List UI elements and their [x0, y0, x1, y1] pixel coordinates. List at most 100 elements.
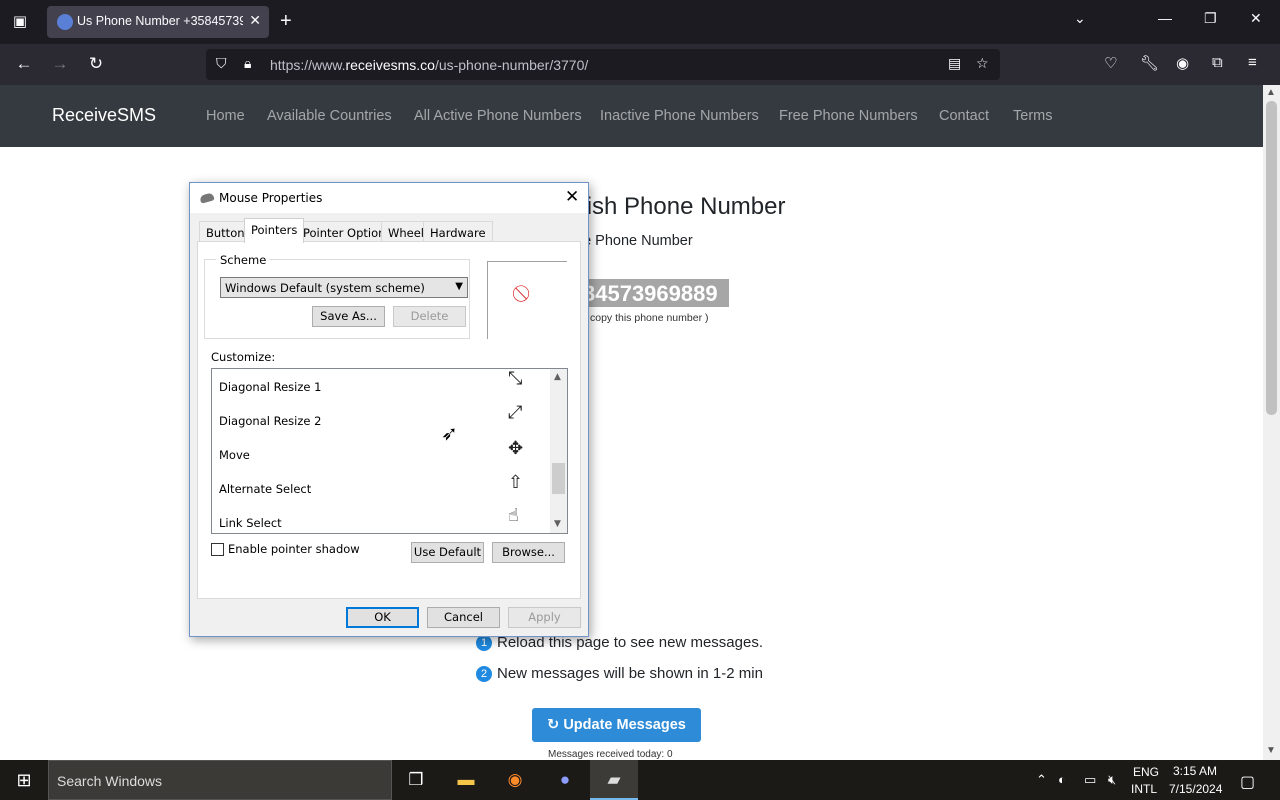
listbox-scroll-thumb[interactable] — [552, 463, 565, 494]
copy-hint: copy this phone number ) — [590, 312, 709, 324]
pointer-listbox[interactable]: Diagonal Resize 1 ⤡ Diagonal Resize 2 ⤢ … — [211, 368, 568, 534]
list-all-tabs-icon[interactable]: ⌄ — [1074, 10, 1086, 27]
nav-link-free[interactable]: Free Phone Numbers — [779, 108, 918, 124]
customize-label: Customize: — [211, 350, 276, 364]
pointer-shadow-label[interactable]: Enable pointer shadow — [228, 542, 360, 556]
mouse-icon — [199, 192, 215, 204]
apply-button[interactable]: Apply — [508, 607, 581, 628]
browser-nav-bar: ← → ↻ ⛉ 🔒︎ https://www.receivesms.co/us-… — [0, 44, 1280, 85]
task-view-icon[interactable]: ❒ — [402, 766, 430, 794]
scroll-down-icon[interactable]: ▼ — [1266, 745, 1276, 756]
tray-overflow-icon[interactable]: ⌃ — [1036, 772, 1047, 788]
tab-hardware[interactable]: Hardware — [423, 221, 493, 242]
search-placeholder: Search Windows — [57, 773, 163, 789]
lock-icon[interactable]: 🔒︎ — [244, 55, 251, 72]
tab-list-icon[interactable]: ▣ — [8, 10, 32, 34]
save-as-button[interactable]: Save As... — [312, 306, 385, 327]
close-window-icon[interactable]: ✕ — [1250, 10, 1262, 27]
nav-link-contact[interactable]: Contact — [939, 108, 989, 124]
pocket-icon[interactable]: ♡ — [1104, 54, 1117, 72]
info-number-badge: 1 — [476, 635, 492, 651]
unavailable-cursor-icon: 🚫︎ — [511, 284, 532, 303]
listbox-scrollbar[interactable]: ▲ ▼ — [550, 369, 567, 533]
diagonal-resize-1-icon: ⤡ — [508, 368, 523, 389]
discord-tray-icon[interactable]: ◐ — [1058, 772, 1066, 787]
reader-view-icon[interactable]: ▤ — [948, 55, 961, 72]
forward-icon[interactable]: → — [46, 52, 74, 76]
url-text[interactable]: https://www.receivesms.co/us-phone-numbe… — [270, 57, 588, 73]
page-title: nnish Phone Number — [560, 193, 786, 220]
use-default-button[interactable]: Use Default — [411, 542, 484, 563]
nav-link-available-countries[interactable]: Available Countries — [267, 108, 392, 124]
tab-close-icon[interactable]: ✕ — [249, 12, 261, 29]
discord-icon[interactable]: ● — [551, 766, 579, 794]
chevron-down-icon: ▼ — [455, 281, 463, 292]
clock-time[interactable]: 3:15 AM — [1173, 764, 1217, 778]
tab-title: Us Phone Number +358457396... — [77, 14, 243, 28]
site-brand[interactable]: ReceiveSMS — [52, 105, 156, 126]
dialog-titlebar[interactable]: Mouse Properties ✕ — [190, 183, 588, 213]
volume-muted-icon[interactable]: 🔇︎ — [1108, 772, 1116, 788]
scroll-down-icon[interactable]: ▼ — [554, 519, 561, 529]
nav-link-terms[interactable]: Terms — [1013, 108, 1052, 124]
list-item[interactable]: Alternate Select — [219, 482, 311, 496]
move-icon: ✥ — [508, 438, 524, 459]
nav-link-inactive[interactable]: Inactive Phone Numbers — [600, 108, 759, 124]
page-subtitle: ne Phone Number — [575, 233, 693, 249]
phone-number[interactable]: 34573969889 — [583, 281, 718, 307]
account-icon[interactable]: ◉ — [1176, 54, 1189, 72]
url-bar[interactable]: ⛉ 🔒︎ https://www.receivesms.co/us-phone-… — [206, 49, 1000, 80]
ok-button[interactable]: OK — [346, 607, 419, 628]
delete-button[interactable]: Delete — [393, 306, 466, 327]
info-number-badge: 2 — [476, 666, 492, 682]
update-messages-button[interactable]: ↻ Update Messages — [532, 708, 701, 742]
pointer-preview: 🚫︎ — [487, 261, 567, 339]
shield-icon[interactable]: ⛉ — [216, 55, 227, 72]
taskbar-search[interactable]: Search Windows — [48, 760, 392, 800]
mouse-pointer-icon: ➶ — [441, 423, 458, 445]
reload-icon[interactable]: ↻ — [82, 52, 110, 76]
mouse-properties-task-icon: ▰ — [607, 770, 621, 789]
wrench-icon[interactable]: 🔧︎ — [1140, 54, 1159, 72]
file-explorer-icon[interactable]: ▬ — [452, 766, 480, 794]
list-item[interactable]: Diagonal Resize 2 — [219, 414, 321, 428]
new-tab-icon[interactable]: + — [280, 10, 292, 32]
scheme-groupbox — [204, 259, 470, 339]
favicon-icon — [57, 14, 73, 30]
page-scrollbar[interactable]: ▲ ▼ — [1263, 85, 1280, 760]
language-line-2[interactable]: INTL — [1131, 782, 1157, 796]
list-item[interactable]: Move — [219, 448, 250, 462]
site-navbar: ReceiveSMS Home Available Countries All … — [0, 85, 1263, 147]
scroll-up-icon[interactable]: ▲ — [1266, 87, 1276, 98]
restore-icon[interactable]: ❐ — [1204, 10, 1217, 27]
browser-tab[interactable]: Us Phone Number +358457396... ✕ — [47, 6, 269, 38]
dialog-close-icon[interactable]: ✕ — [565, 187, 579, 207]
scroll-up-icon[interactable]: ▲ — [554, 372, 561, 382]
messages-count: Messages received today: 0 — [548, 749, 673, 760]
language-line-1[interactable]: ENG — [1133, 765, 1159, 779]
pointer-shadow-checkbox[interactable] — [211, 543, 224, 556]
minimize-icon[interactable]: — — [1158, 10, 1172, 26]
browse-button[interactable]: Browse... — [492, 542, 565, 563]
cancel-button[interactable]: Cancel — [427, 607, 500, 628]
firefox-icon[interactable]: ◉ — [501, 766, 529, 794]
menu-icon[interactable]: ≡ — [1248, 54, 1257, 71]
taskbar: ⊞ Search Windows ❒ ▬ ◉ ● ▰ ⌃ ◐ ▭ 🔇︎ ENG … — [0, 760, 1280, 800]
mouse-properties-dialog: Mouse Properties ✕ Buttons Pointers Poin… — [189, 182, 589, 637]
scheme-select[interactable]: Windows Default (system scheme) ▼ — [220, 277, 468, 298]
scroll-thumb[interactable] — [1266, 101, 1277, 415]
extensions-icon[interactable]: ⧉ — [1212, 54, 1223, 71]
nav-link-all-active[interactable]: All Active Phone Numbers — [414, 108, 582, 124]
scheme-value: Windows Default (system scheme) — [225, 281, 425, 295]
clock-date[interactable]: 7/15/2024 — [1169, 782, 1222, 796]
scheme-label: Scheme — [216, 253, 271, 267]
notifications-icon[interactable]: ▢ — [1240, 772, 1255, 792]
bookmark-star-icon[interactable]: ☆ — [976, 55, 989, 72]
nav-link-home[interactable]: Home — [206, 108, 245, 124]
network-icon[interactable]: ▭ — [1084, 772, 1096, 788]
list-item[interactable]: Link Select — [219, 516, 282, 530]
list-item[interactable]: Diagonal Resize 1 — [219, 380, 321, 394]
tab-pointers[interactable]: Pointers — [244, 218, 305, 243]
windows-start-icon[interactable]: ⊞ — [0, 760, 48, 800]
back-icon[interactable]: ← — [10, 52, 38, 76]
